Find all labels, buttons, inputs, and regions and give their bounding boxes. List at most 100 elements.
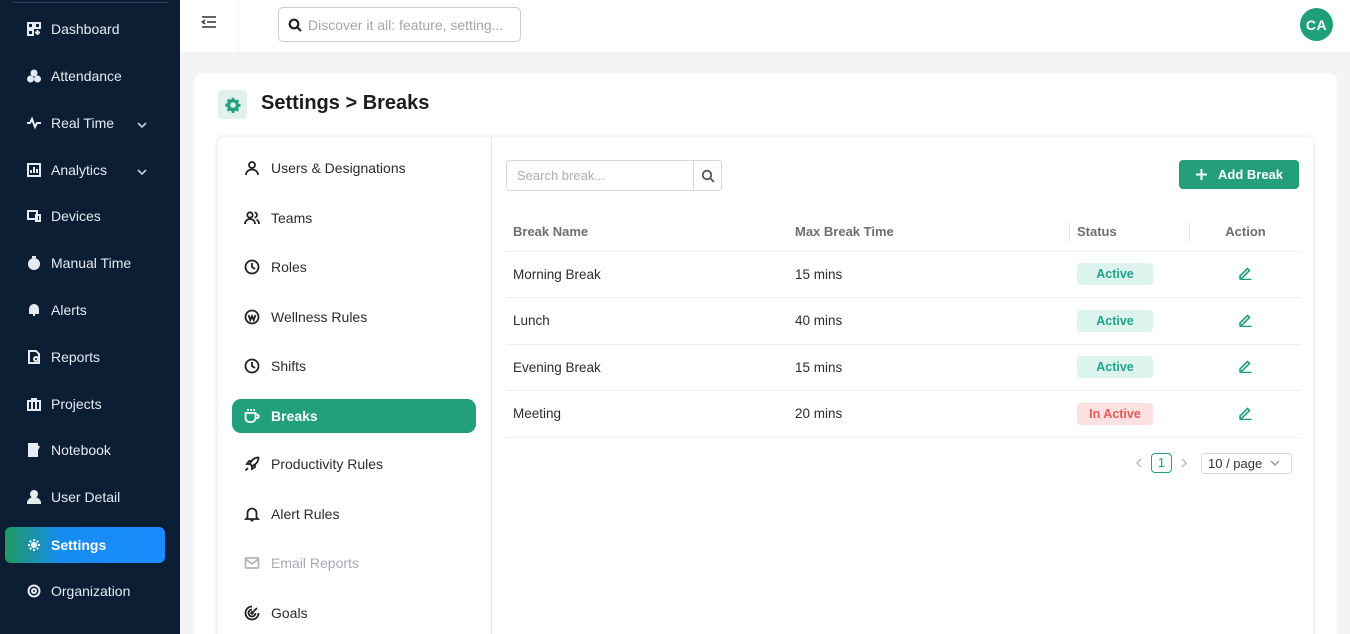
table-header-row: Break Name Max Break Time Status Action xyxy=(506,213,1301,252)
status-cell: Active xyxy=(1070,297,1190,345)
add-break-button[interactable]: Add Break xyxy=(1179,160,1299,189)
sidebar-item-alerts[interactable]: Alerts xyxy=(5,292,165,328)
gear-icon xyxy=(27,538,41,552)
coffee-cup-icon xyxy=(244,408,260,424)
table-row: Lunch 40 mins Active xyxy=(506,297,1301,345)
settings-menu-roles[interactable]: Roles xyxy=(232,250,476,284)
table-row: Evening Break 15 mins Active xyxy=(506,344,1301,391)
dashboard-icon xyxy=(27,22,41,36)
status-badge: Active xyxy=(1077,356,1153,379)
settings-menu-users-designations[interactable]: Users & Designations xyxy=(232,151,476,185)
chevron-left-icon[interactable] xyxy=(1134,456,1144,471)
status-cell: In Active xyxy=(1070,390,1190,438)
user-icon xyxy=(27,490,41,504)
settings-menu-goals[interactable]: Goals xyxy=(232,596,476,630)
break-name-cell: Morning Break xyxy=(506,251,788,298)
sidebar-item-label: Notebook xyxy=(51,442,111,458)
sidebar-item-notebook[interactable]: Notebook xyxy=(5,432,165,468)
analytics-icon xyxy=(27,163,41,177)
sidebar-item-label: Devices xyxy=(51,208,101,224)
clock-icon xyxy=(244,358,260,374)
column-header-status[interactable]: Status xyxy=(1070,213,1190,252)
chevron-down-icon xyxy=(137,164,147,176)
chevron-right-icon[interactable] xyxy=(1179,456,1189,471)
sidebar-item-label: Analytics xyxy=(51,162,108,178)
settings-menu-email-reports[interactable]: Email Reports xyxy=(232,546,476,580)
sidebar-item-label: Alerts xyxy=(51,302,87,318)
break-search-input[interactable] xyxy=(507,161,693,190)
sidebar: Dashboard Attendance Real Time Analytics… xyxy=(0,0,180,634)
settings-menu-label: Wellness Rules xyxy=(271,309,368,325)
break-search-button[interactable] xyxy=(693,160,722,191)
plus-icon xyxy=(1195,169,1207,180)
settings-menu-breaks[interactable]: Breaks xyxy=(232,399,476,433)
sidebar-item-reports[interactable]: Reports xyxy=(5,339,165,375)
sidebar-item-attendance[interactable]: Attendance xyxy=(5,58,165,94)
user-icon xyxy=(244,160,260,176)
page-number-button[interactable]: 1 xyxy=(1151,453,1172,473)
settings-menu-shifts[interactable]: Shifts xyxy=(232,349,476,383)
sidebar-item-devices[interactable]: Devices xyxy=(5,198,165,234)
search-icon xyxy=(701,169,715,183)
settings-menu-label: Goals xyxy=(271,605,308,621)
sidebar-item-projects[interactable]: Projects xyxy=(5,386,165,422)
action-cell xyxy=(1190,344,1301,391)
status-cell: Active xyxy=(1070,344,1190,391)
max-break-time-cell: 40 mins xyxy=(788,297,1070,345)
sidebar-item-label: User Detail xyxy=(51,489,121,505)
goal-target-icon xyxy=(244,605,260,621)
settings-menu-label: Roles xyxy=(271,259,307,275)
team-icon xyxy=(244,210,260,226)
organization-icon xyxy=(27,584,41,598)
stopwatch-icon xyxy=(27,256,41,270)
sidebar-item-dashboard[interactable]: Dashboard xyxy=(5,11,165,47)
settings-title-icon xyxy=(218,90,247,119)
sidebar-item-label: Real Time xyxy=(51,115,115,131)
settings-menu-wellness-rules[interactable]: Wellness Rules xyxy=(232,300,476,334)
add-break-label: Add Break xyxy=(1217,167,1284,182)
settings-menu-alert-rules[interactable]: Alert Rules xyxy=(232,497,476,531)
table-row: Meeting 20 mins In Active xyxy=(506,390,1301,438)
settings-menu-label: Teams xyxy=(271,210,313,226)
max-break-time-cell: 15 mins xyxy=(788,251,1070,298)
status-badge: Active xyxy=(1077,309,1153,332)
sidebar-item-label: Dashboard xyxy=(51,21,120,37)
action-cell xyxy=(1190,251,1301,298)
column-header-break-name[interactable]: Break Name xyxy=(506,213,788,252)
sidebar-item-settings[interactable]: Settings xyxy=(5,527,165,563)
break-name-cell: Evening Break xyxy=(506,344,788,391)
sidebar-item-real-time[interactable]: Real Time xyxy=(5,105,165,141)
avatar[interactable]: CA xyxy=(1300,8,1333,41)
sidebar-item-user-detail[interactable]: User Detail xyxy=(5,479,165,515)
pulse-icon xyxy=(27,116,41,130)
settings-menu-label: Users & Designations xyxy=(271,160,406,176)
settings-menu-label: Productivity Rules xyxy=(271,456,384,472)
sidebar-item-label: Settings xyxy=(51,537,107,553)
sidebar-item-organization[interactable]: Organization xyxy=(5,573,165,609)
collapse-menu-icon[interactable] xyxy=(200,13,218,31)
edit-icon[interactable] xyxy=(1238,407,1253,423)
page-size-select[interactable]: 10 / page xyxy=(1201,452,1292,474)
status-badge: In Active xyxy=(1077,402,1153,425)
settings-menu-teams[interactable]: Teams xyxy=(232,201,476,235)
edit-icon[interactable] xyxy=(1238,267,1253,283)
column-header-max-break-time[interactable]: Max Break Time xyxy=(788,213,1070,252)
global-search xyxy=(278,7,521,42)
sidebar-item-analytics[interactable]: Analytics xyxy=(5,152,165,188)
edit-icon[interactable] xyxy=(1238,360,1253,376)
sidebar-item-label: Projects xyxy=(51,396,102,412)
attendance-icon xyxy=(27,69,41,83)
status-cell: Active xyxy=(1070,251,1190,298)
settings-menu-productivity-rules[interactable]: Productivity Rules xyxy=(232,447,476,481)
break-name-cell: Lunch xyxy=(506,297,788,345)
edit-icon[interactable] xyxy=(1238,314,1253,330)
wellness-icon xyxy=(244,309,260,325)
mail-icon xyxy=(244,555,260,571)
settings-menu-label: Email Reports xyxy=(271,555,359,571)
breaks-table: Break Name Max Break Time Status Action … xyxy=(506,213,1301,438)
global-search-input[interactable] xyxy=(308,16,508,33)
status-badge: Active xyxy=(1077,263,1153,286)
topbar-divider xyxy=(238,0,239,52)
sidebar-item-manual-time[interactable]: Manual Time xyxy=(5,245,165,281)
clock-icon xyxy=(244,259,260,275)
